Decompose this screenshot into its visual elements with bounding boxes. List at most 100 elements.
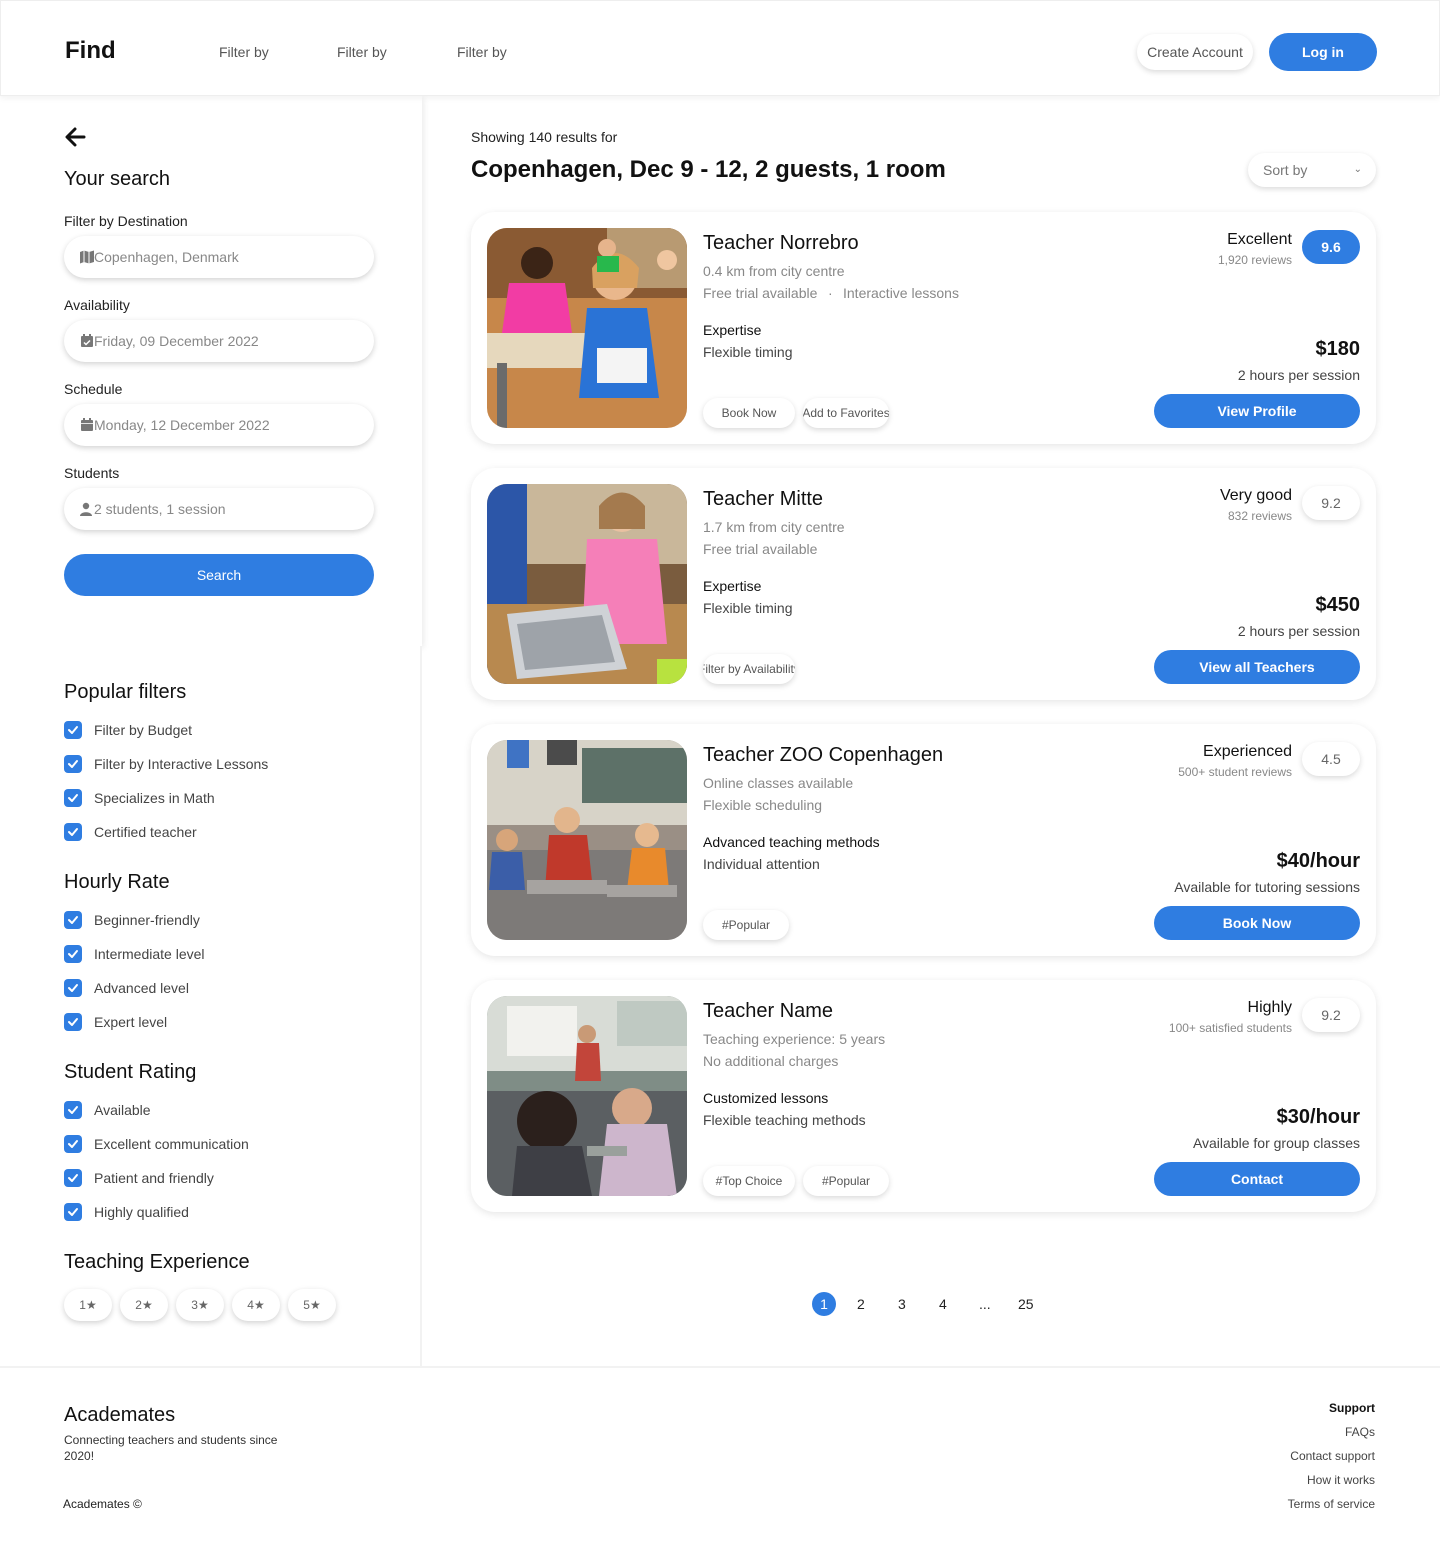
hourly-rate-heading: Hourly Rate [64, 871, 170, 893]
top-navigation-bar: Find Filter by Filter by Filter by Creat… [0, 0, 1440, 96]
students-value: 2 students, 1 session [94, 501, 226, 517]
filter-checkbox-row[interactable]: Certified teacher [64, 823, 197, 841]
sort-dropdown[interactable]: Sort by ⌄ [1248, 153, 1376, 187]
nav-filter-3[interactable]: Filter by [457, 44, 507, 60]
teacher-card: Teacher ZOO Copenhagen Online classes av… [471, 724, 1376, 956]
search-button[interactable]: Search [64, 554, 374, 596]
feature-title: Customized lessons [703, 1090, 829, 1106]
feature-title: Advanced teaching methods [703, 834, 880, 850]
popular-tag[interactable]: #Popular [803, 1166, 889, 1196]
price: $30/hour [1276, 1106, 1360, 1128]
filter-checkbox-label: Patient and friendly [94, 1170, 214, 1186]
filter-checkbox-label: Excellent communication [94, 1136, 249, 1152]
results-count-text: Showing 140 results for [471, 129, 618, 145]
star-filter-3[interactable]: 3★ [176, 1289, 224, 1321]
review-count: 500+ student reviews [1178, 765, 1292, 779]
teacher-photo [487, 740, 687, 940]
filter-checkbox-row[interactable]: Available [64, 1101, 151, 1119]
feature-text: Individual attention [703, 856, 820, 872]
teacher-name[interactable]: Teacher Name [703, 1000, 833, 1023]
login-button[interactable]: Log in [1269, 33, 1377, 71]
brand-logo[interactable]: Find [65, 37, 116, 65]
page-3[interactable]: 3 [898, 1296, 906, 1312]
footer-link-contact[interactable]: Contact support [1290, 1449, 1375, 1463]
calendar-icon [81, 418, 93, 431]
filter-checkbox-row[interactable]: Filter by Budget [64, 721, 192, 739]
filter-checkbox-label: Certified teacher [94, 824, 197, 840]
map-icon [80, 250, 94, 264]
price: $180 [1315, 338, 1361, 360]
check-icon[interactable] [64, 1169, 82, 1187]
page-last[interactable]: 25 [1018, 1296, 1034, 1312]
view-profile-button[interactable]: View Profile [1154, 394, 1360, 428]
page-current[interactable]: 1 [812, 1292, 836, 1316]
footer-link-faqs[interactable]: FAQs [1345, 1425, 1375, 1439]
teacher-name[interactable]: Teacher ZOO Copenhagen [703, 744, 943, 767]
check-icon[interactable] [64, 1135, 82, 1153]
book-now-button[interactable]: Book Now [1154, 906, 1360, 940]
create-account-button[interactable]: Create Account [1137, 34, 1253, 70]
search-query-title: Copenhagen, Dec 9 - 12, 2 guests, 1 room [471, 156, 946, 183]
filter-checkbox-row[interactable]: Specializes in Math [64, 789, 215, 807]
nav-filter-2[interactable]: Filter by [337, 44, 387, 60]
availability-value: Friday, 09 December 2022 [94, 333, 259, 349]
nav-filter-1[interactable]: Filter by [219, 44, 269, 60]
check-icon[interactable] [64, 911, 82, 929]
star-filter-4[interactable]: 4★ [232, 1289, 280, 1321]
star-filter-1[interactable]: 1★ [64, 1289, 112, 1321]
teacher-name[interactable]: Teacher Mitte [703, 488, 823, 511]
filter-checkbox-row[interactable]: Expert level [64, 1013, 167, 1031]
check-icon[interactable] [64, 1101, 82, 1119]
availability-label: Availability [64, 297, 130, 313]
separator-dot: · [828, 285, 833, 301]
check-icon[interactable] [64, 1013, 82, 1031]
rating-label: Highly [1247, 999, 1292, 1016]
filter-checkbox-row[interactable]: Beginner-friendly [64, 911, 200, 929]
check-icon[interactable] [64, 755, 82, 773]
filter-checkbox-row[interactable]: Filter by Interactive Lessons [64, 755, 268, 773]
footer-link-how-it-works[interactable]: How it works [1307, 1473, 1375, 1487]
popular-tag[interactable]: #Popular [703, 910, 789, 940]
feature-text: Flexible timing [703, 600, 793, 616]
availability-tag[interactable]: Filter by Availability [703, 654, 795, 684]
page-2[interactable]: 2 [857, 1296, 865, 1312]
check-icon[interactable] [64, 721, 82, 739]
availability-field[interactable]: Friday, 09 December 2022 [64, 320, 374, 362]
book-now-tag[interactable]: Book Now [703, 398, 795, 428]
page-4[interactable]: 4 [939, 1296, 947, 1312]
view-all-teachers-button[interactable]: View all Teachers [1154, 650, 1360, 684]
teacher-photo [487, 228, 687, 428]
contact-button[interactable]: Contact [1154, 1162, 1360, 1196]
feature-text: Flexible teaching methods [703, 1112, 866, 1128]
check-icon[interactable] [64, 979, 82, 997]
top-choice-tag[interactable]: #Top Choice [703, 1166, 795, 1196]
students-field[interactable]: 2 students, 1 session [64, 488, 374, 530]
sort-label: Sort by [1263, 162, 1308, 178]
price-note: Available for group classes [1192, 1135, 1360, 1151]
check-icon[interactable] [64, 789, 82, 807]
teacher-trial: Free trial available [703, 285, 818, 301]
filter-checkbox-label: Intermediate level [94, 946, 205, 962]
feature-title: Expertise [703, 322, 762, 338]
schedule-field[interactable]: Monday, 12 December 2022 [64, 404, 374, 446]
star-filter-2[interactable]: 2★ [120, 1289, 168, 1321]
teacher-name[interactable]: Teacher Norrebro [703, 232, 859, 255]
teaching-experience-heading: Teaching Experience [64, 1251, 250, 1273]
filter-checkbox-label: Filter by Budget [94, 722, 193, 738]
schedule-label: Schedule [64, 381, 123, 397]
add-favorites-tag[interactable]: Add to Favorites [803, 398, 889, 428]
destination-field[interactable]: Copenhagen, Denmark [64, 236, 374, 278]
star-filter-5[interactable]: 5★ [288, 1289, 336, 1321]
check-icon[interactable] [64, 823, 82, 841]
filter-checkbox-row[interactable]: Advanced level [64, 979, 189, 997]
filter-checkbox-row[interactable]: Excellent communication [64, 1135, 249, 1153]
popular-filters-heading: Popular filters [64, 681, 187, 703]
check-icon[interactable] [64, 1203, 82, 1221]
filter-checkbox-row[interactable]: Patient and friendly [64, 1169, 214, 1187]
filter-checkbox-row[interactable]: Intermediate level [64, 945, 205, 963]
filter-checkbox-row[interactable]: Highly qualified [64, 1203, 189, 1221]
score-badge: 9.2 [1302, 998, 1360, 1032]
check-icon[interactable] [64, 945, 82, 963]
footer-link-terms[interactable]: Terms of service [1288, 1497, 1375, 1511]
back-arrow-icon[interactable] [64, 126, 86, 148]
